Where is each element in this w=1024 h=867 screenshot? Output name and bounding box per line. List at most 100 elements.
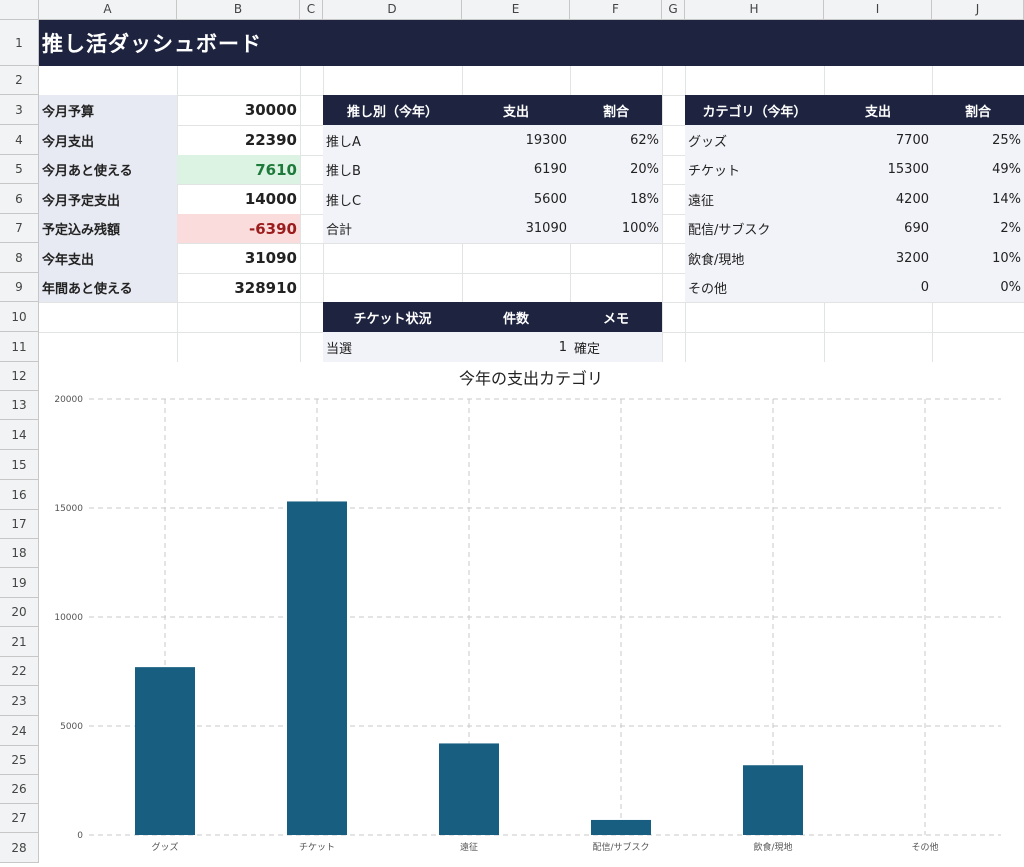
oshi-table-cell[interactable]: 20% — [570, 155, 662, 184]
column-header-c[interactable]: C — [300, 0, 323, 20]
category-table-header[interactable]: 割合 — [932, 95, 1024, 125]
category-table-cell[interactable]: 690 — [824, 214, 932, 243]
summary-label[interactable]: 今月予定支出 — [39, 184, 177, 214]
category-table-cell[interactable]: 25% — [932, 125, 1024, 155]
ticket-table-header[interactable]: 件数 — [462, 302, 570, 332]
column-header-b[interactable]: B — [177, 0, 300, 20]
oshi-table-cell[interactable]: 6190 — [462, 155, 570, 184]
row-header-25[interactable]: 25 — [0, 746, 39, 775]
oshi-table-cell[interactable]: 推しB — [323, 155, 462, 184]
category-table-cell[interactable]: 49% — [932, 155, 1024, 184]
oshi-table-cell[interactable]: 18% — [570, 184, 662, 214]
row-header-14[interactable]: 14 — [0, 420, 39, 450]
row-header-4[interactable]: 4 — [0, 125, 39, 155]
row-header-1[interactable]: 1 — [0, 20, 39, 66]
summary-label[interactable]: 今年支出 — [39, 243, 177, 273]
oshi-table-cell[interactable]: 100% — [570, 214, 662, 243]
category-table-cell[interactable]: 0 — [824, 273, 932, 302]
category-table-cell[interactable]: 14% — [932, 184, 1024, 214]
column-header-j[interactable]: J — [932, 0, 1024, 20]
row-header-16[interactable]: 16 — [0, 480, 39, 510]
row-header-19[interactable]: 19 — [0, 568, 39, 598]
column-header-e[interactable]: E — [462, 0, 570, 20]
oshi-table-header[interactable]: 推し別（今年） — [323, 95, 462, 125]
category-table-cell[interactable]: グッズ — [685, 125, 824, 155]
row-header-28[interactable]: 28 — [0, 833, 39, 863]
oshi-table-header[interactable]: 割合 — [570, 95, 662, 125]
category-table-header[interactable]: カテゴリ（今年） — [685, 95, 824, 125]
row-header-7[interactable]: 7 — [0, 214, 39, 243]
category-table-cell[interactable]: 10% — [932, 243, 1024, 273]
ticket-table-cell[interactable]: 1 — [462, 332, 570, 362]
category-table-cell[interactable]: 4200 — [824, 184, 932, 214]
column-header-d[interactable]: D — [323, 0, 462, 20]
oshi-table-cell[interactable]: 19300 — [462, 125, 570, 155]
ticket-table-header[interactable]: メモ — [570, 302, 662, 332]
row-header-11[interactable]: 11 — [0, 332, 39, 362]
column-header-g[interactable]: G — [662, 0, 685, 20]
chart-bar[interactable] — [135, 667, 195, 835]
row-header-17[interactable]: 17 — [0, 510, 39, 539]
chart-bar[interactable] — [743, 765, 803, 835]
category-bar-chart[interactable]: 今年の支出カテゴリ 0 5000 10000 15000 20000 グッズ チケット 遠征 配… — [39, 362, 1024, 863]
category-table-cell[interactable]: 飲食/現地 — [685, 243, 824, 273]
row-header-3[interactable]: 3 — [0, 95, 39, 125]
row-header-24[interactable]: 24 — [0, 716, 39, 746]
summary-value[interactable]: 14000 — [177, 184, 300, 214]
row-header-6[interactable]: 6 — [0, 184, 39, 214]
chart-bar[interactable] — [287, 501, 347, 835]
row-header-22[interactable]: 22 — [0, 657, 39, 686]
oshi-table-cell[interactable]: 推しC — [323, 184, 462, 214]
chart-bar[interactable] — [591, 819, 651, 835]
row-header-10[interactable]: 10 — [0, 302, 39, 332]
category-table-cell[interactable]: 0% — [932, 273, 1024, 302]
row-header-26[interactable]: 26 — [0, 775, 39, 804]
select-all-corner[interactable] — [0, 0, 39, 20]
category-table-cell[interactable]: 15300 — [824, 155, 932, 184]
summary-label[interactable]: 年間あと使える — [39, 273, 177, 302]
summary-label[interactable]: 今月あと使える — [39, 155, 177, 184]
summary-value[interactable]: -6390 — [177, 214, 300, 243]
column-header-i[interactable]: I — [824, 0, 932, 20]
summary-label[interactable]: 今月支出 — [39, 125, 177, 155]
row-header-13[interactable]: 13 — [0, 391, 39, 420]
oshi-table-cell[interactable]: 5600 — [462, 184, 570, 214]
category-table-header[interactable]: 支出 — [824, 95, 932, 125]
oshi-table-cell[interactable]: 合計 — [323, 214, 462, 243]
row-header-23[interactable]: 23 — [0, 686, 39, 716]
category-table-cell[interactable]: その他 — [685, 273, 824, 302]
chart-bar[interactable] — [439, 743, 499, 835]
row-header-20[interactable]: 20 — [0, 598, 39, 627]
category-table-cell[interactable]: 配信/サブスク — [685, 214, 824, 243]
summary-value[interactable]: 22390 — [177, 125, 300, 155]
ticket-table-header[interactable]: チケット状況 — [323, 302, 462, 332]
category-table-cell[interactable]: チケット — [685, 155, 824, 184]
summary-value[interactable]: 7610 — [177, 155, 300, 184]
column-header-f[interactable]: F — [570, 0, 662, 20]
oshi-table-cell[interactable]: 31090 — [462, 214, 570, 243]
ticket-table-cell[interactable]: 確定 — [570, 332, 662, 362]
row-header-8[interactable]: 8 — [0, 243, 39, 273]
row-header-21[interactable]: 21 — [0, 627, 39, 657]
row-header-18[interactable]: 18 — [0, 539, 39, 568]
oshi-table-cell[interactable]: 62% — [570, 125, 662, 155]
oshi-table-header[interactable]: 支出 — [462, 95, 570, 125]
category-table-cell[interactable]: 2% — [932, 214, 1024, 243]
column-header-h[interactable]: H — [685, 0, 824, 20]
row-header-9[interactable]: 9 — [0, 273, 39, 302]
category-table-cell[interactable]: 7700 — [824, 125, 932, 155]
summary-value[interactable]: 328910 — [177, 273, 300, 302]
summary-label[interactable]: 今月予算 — [39, 95, 177, 125]
row-header-12[interactable]: 12 — [0, 362, 39, 391]
summary-value[interactable]: 31090 — [177, 243, 300, 273]
column-header-a[interactable]: A — [39, 0, 177, 20]
row-header-5[interactable]: 5 — [0, 155, 39, 184]
row-header-15[interactable]: 15 — [0, 450, 39, 480]
row-header-27[interactable]: 27 — [0, 804, 39, 833]
category-table-cell[interactable]: 3200 — [824, 243, 932, 273]
row-header-2[interactable]: 2 — [0, 66, 39, 95]
summary-value[interactable]: 30000 — [177, 95, 300, 125]
ticket-table-cell[interactable]: 当選 — [323, 332, 462, 362]
dashboard-title[interactable]: 推し活ダッシュボード — [39, 20, 1024, 66]
category-table-cell[interactable]: 遠征 — [685, 184, 824, 214]
